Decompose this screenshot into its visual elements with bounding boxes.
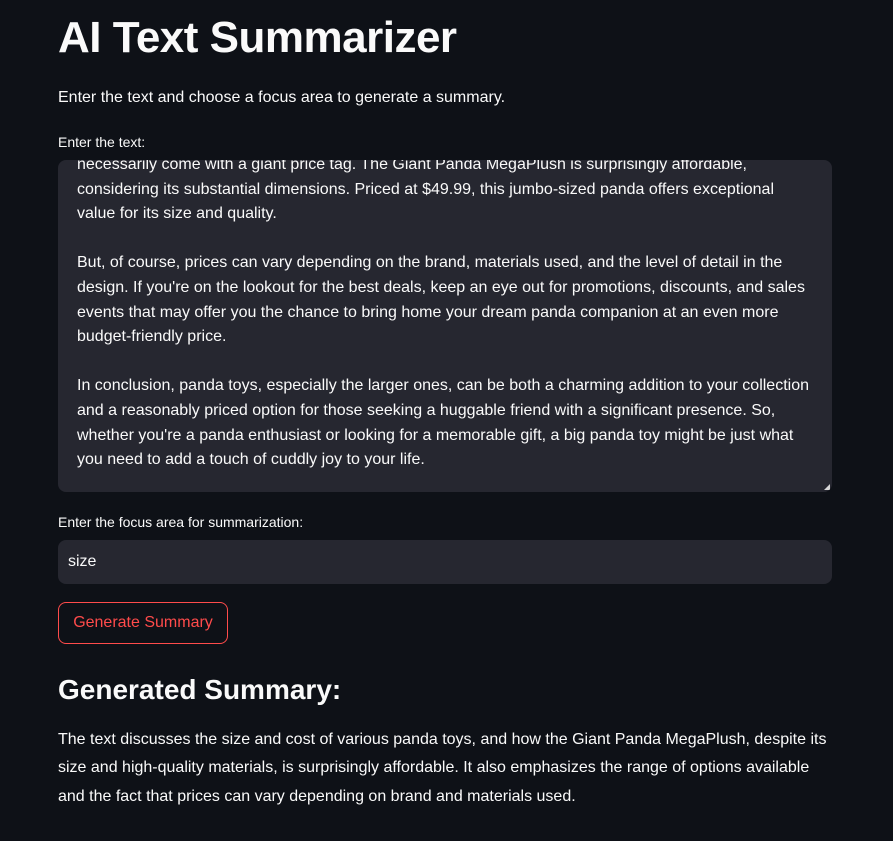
focus-area-input[interactable]: size [58,540,832,584]
text-input-label: Enter the text: [58,134,146,150]
page-title: AI Text Summarizer [58,13,457,62]
text-paragraph: necessarily come with a giant price tag.… [77,160,774,223]
text-paragraph: In conclusion, panda toys, especially th… [77,377,809,469]
text-input-content[interactable]: necessarily come with a giant price tag.… [77,160,812,492]
text-paragraph: But, of course, prices can vary dependin… [77,254,805,346]
generate-summary-button[interactable]: Generate Summary [58,602,228,644]
text-input-area[interactable]: necessarily come with a giant price tag.… [58,160,832,492]
summary-text: The text discusses the size and cost of … [58,731,827,805]
focus-input-label: Enter the focus area for summarization: [58,514,304,530]
resize-handle-icon[interactable] [824,484,830,490]
summary-heading: Generated Summary: [58,674,342,705]
intro-text: Enter the text and choose a focus area t… [58,89,506,106]
